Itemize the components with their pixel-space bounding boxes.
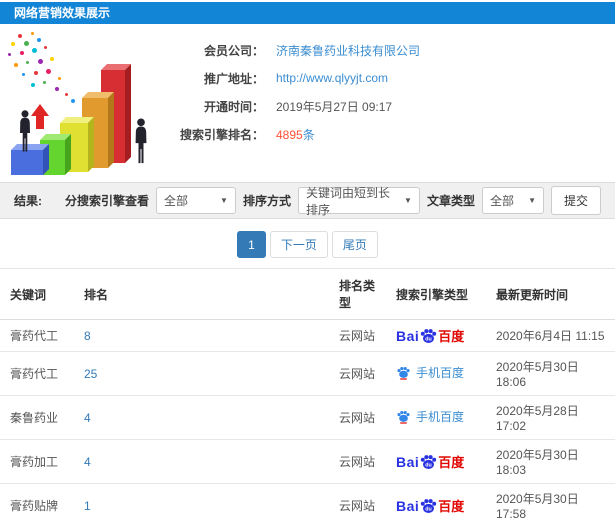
businessman-left-icon — [20, 110, 30, 152]
chevron-down-icon: ▼ — [528, 196, 536, 205]
col-engine-type: 搜索引擎类型 — [390, 268, 490, 320]
bar-blue — [11, 150, 43, 175]
table-row: 膏药加工 4 云网站 Bai du 百度 2020年5月30日 18:03 — [0, 439, 615, 484]
chevron-down-icon: ▼ — [220, 196, 228, 205]
rank-type-cell: 云网站 — [333, 439, 390, 484]
bar-chart-illustration — [4, 30, 174, 182]
article-type-select[interactable]: 全部 ▼ — [481, 187, 544, 214]
svg-text:du: du — [426, 462, 433, 468]
baidu-pc-logo: Bai du 百度 — [396, 497, 465, 515]
sort-filter-label: 排序方式 — [242, 194, 291, 208]
rank-link[interactable]: 1 — [84, 499, 91, 513]
engine-select-value: 全部 — [163, 194, 188, 208]
filter-bar: 结果: 分搜索引擎查看 全部 ▼ 排序方式 关键词由短到长排序 ▼ 文章类型 全… — [0, 182, 615, 219]
table-row: 膏药代工 8 云网站 Bai du 百度 2020年6月4日 11:15 — [0, 319, 615, 352]
keyword-ranking-table: 关键词 排名 排名类型 搜索引擎类型 最新更新时间 膏药代工 8 云网站 Bai… — [0, 268, 615, 520]
table-row: 膏药贴牌 1 云网站 Bai du 百度 2020年5月30日 17:58 — [0, 483, 615, 520]
ranking-count-number: 4895 — [276, 127, 303, 142]
rank-link[interactable]: 8 — [84, 329, 91, 343]
filter-controls: 分搜索引擎查看 全部 ▼ 排序方式 关键词由短到长排序 ▼ 文章类型 全部 ▼ … — [64, 186, 601, 217]
member-company-row: 会员公司： 济南秦鲁药业科技有限公司 — [154, 36, 420, 64]
baidu-paw-icon: du — [421, 454, 437, 469]
rank-type-cell: 云网站 — [333, 351, 390, 396]
promo-url-row: 推广地址： http://www.qlyyjt.com — [154, 64, 420, 92]
page-header: 网络营销效果展示 — [0, 2, 615, 24]
article-type-select-value: 全部 — [489, 194, 514, 208]
results-label: 结果: — [14, 194, 42, 208]
table-row: 秦鲁药业 4 云网站 手机百度 2020年5月28日 17:02 — [0, 395, 615, 440]
page-title: 网络营销效果展示 — [14, 6, 111, 20]
svg-text:du: du — [426, 506, 433, 512]
rank-type-cell: 云网站 — [333, 395, 390, 440]
submit-button[interactable]: 提交 — [550, 186, 601, 215]
ranking-count-row: 搜索引擎排名： 4895条 — [154, 120, 420, 148]
engine-filter-label: 分搜索引擎查看 — [64, 194, 149, 208]
open-time-row: 开通时间： 2019年5月27日 09:17 — [154, 92, 420, 120]
confetti-decoration — [4, 30, 84, 108]
svg-text:du: du — [426, 336, 433, 342]
keyword-cell: 膏药代工 — [0, 351, 78, 396]
col-rank: 排名 — [78, 268, 333, 320]
company-info-fields: 会员公司： 济南秦鲁药业科技有限公司 推广地址： http://www.qlyy… — [154, 30, 420, 182]
rank-link[interactable]: 4 — [84, 455, 91, 469]
rank-link[interactable]: 4 — [84, 411, 91, 425]
mobile-baidu-logo: 手机百度 — [396, 364, 464, 381]
rank-link[interactable]: 25 — [84, 367, 97, 381]
baidu-pc-logo: Bai du 百度 — [396, 453, 465, 471]
update-time-cell: 2020年5月28日 17:02 — [490, 395, 615, 440]
update-time-cell: 2020年5月30日 18:03 — [490, 439, 615, 484]
baidu-paw-icon: du — [421, 498, 437, 513]
next-page-button[interactable]: 下一页 — [269, 231, 328, 258]
col-update-time: 最新更新时间 — [490, 268, 615, 320]
ranking-count-value: 4895条 — [276, 126, 315, 143]
table-header-row: 关键词 排名 排名类型 搜索引擎类型 最新更新时间 — [0, 268, 615, 320]
engine-select[interactable]: 全部 ▼ — [155, 187, 236, 214]
ranking-count-unit: 条 — [302, 127, 315, 142]
keyword-cell: 膏药代工 — [0, 319, 78, 352]
rank-type-cell: 云网站 — [333, 483, 390, 520]
keyword-cell: 膏药贴牌 — [0, 483, 78, 520]
sort-select[interactable]: 关键词由短到长排序 ▼ — [297, 186, 420, 217]
open-time-value: 2019年5月27日 09:17 — [276, 99, 393, 114]
mobile-baidu-paw-icon — [397, 366, 410, 380]
member-company-link[interactable]: 济南秦鲁药业科技有限公司 — [276, 42, 420, 59]
page-1-button[interactable]: 1 — [237, 231, 266, 258]
mobile-baidu-paw-icon — [397, 410, 410, 424]
table-row: 膏药代工 25 云网站 手机百度 2020年5月30日 18:06 — [0, 351, 615, 396]
update-time-cell: 2020年6月4日 11:15 — [490, 319, 615, 352]
update-time-cell: 2020年5月30日 17:58 — [490, 483, 615, 520]
mobile-baidu-logo: 手机百度 — [396, 408, 464, 425]
baidu-pc-logo: Bai du 百度 — [396, 327, 465, 345]
promo-url-link[interactable]: http://www.qlyyjt.com — [276, 71, 388, 85]
chevron-down-icon: ▼ — [404, 196, 412, 205]
rank-type-cell: 云网站 — [333, 319, 390, 352]
company-info-section: 会员公司： 济南秦鲁药业科技有限公司 推广地址： http://www.qlyy… — [0, 24, 615, 182]
col-rank-type: 排名类型 — [333, 268, 390, 320]
keyword-cell: 秦鲁药业 — [0, 395, 78, 440]
last-page-button[interactable]: 尾页 — [331, 231, 378, 258]
sort-select-value: 关键词由短到长排序 — [305, 185, 390, 217]
col-keyword: 关键词 — [0, 268, 78, 320]
keyword-cell: 膏药加工 — [0, 439, 78, 484]
update-time-cell: 2020年5月30日 18:06 — [490, 351, 615, 396]
baidu-paw-icon: du — [421, 328, 437, 343]
pagination: 1 下一页 尾页 — [0, 231, 615, 258]
article-type-label: 文章类型 — [426, 194, 475, 208]
businessman-right-icon — [135, 118, 147, 164]
